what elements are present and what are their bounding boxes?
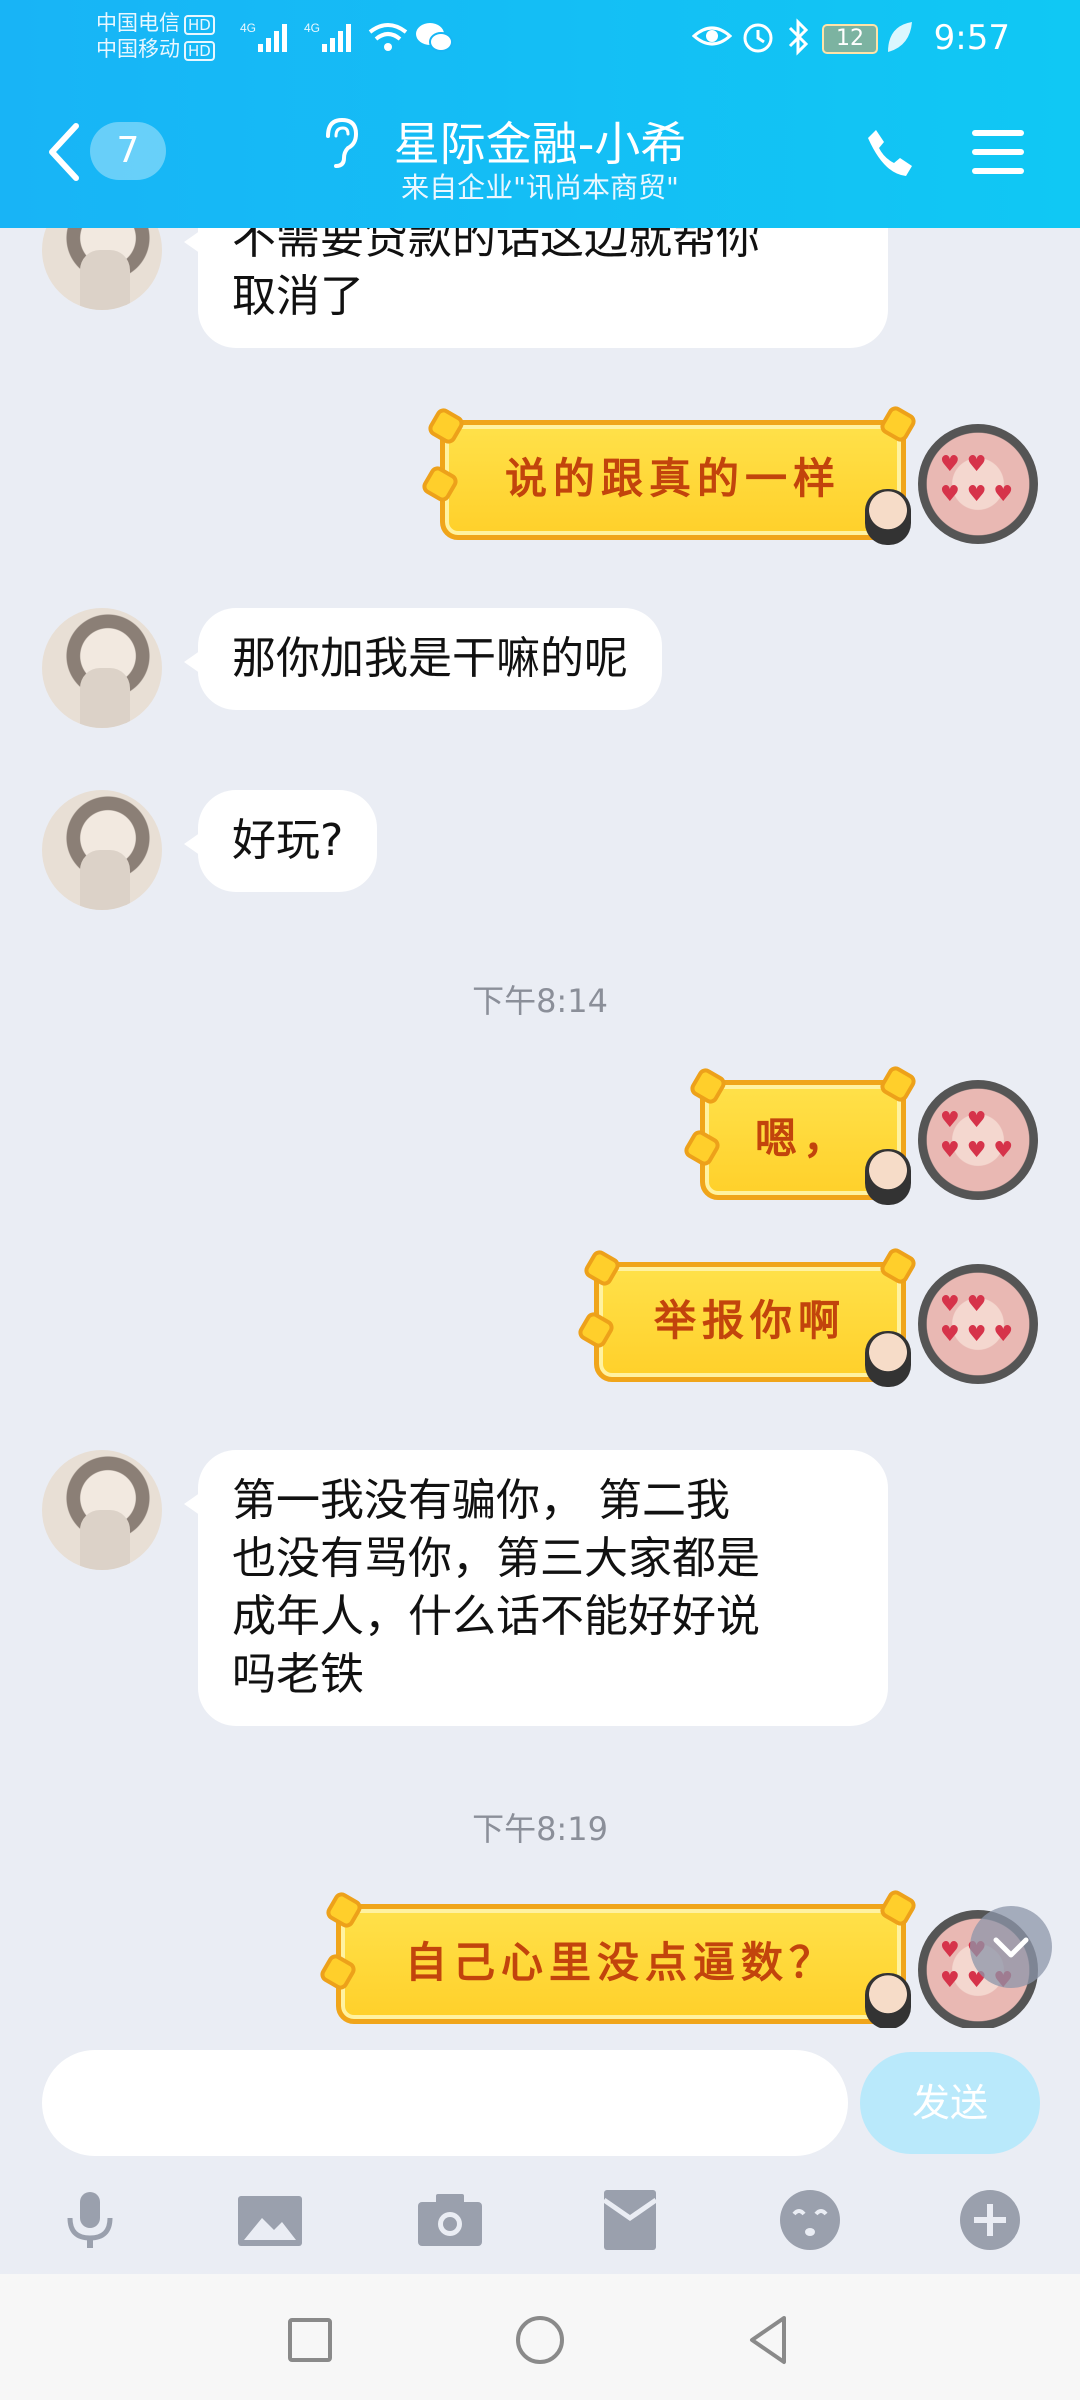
contact-avatar[interactable] (42, 790, 162, 910)
chat-subtitle: 来自企业"讯尚本商贸" (401, 171, 679, 204)
clock: 9:57 (933, 18, 1010, 58)
sticker-message[interactable]: 说的跟真的一样 (419, 403, 919, 545)
system-back-button[interactable] (740, 2310, 800, 2370)
my-avatar[interactable] (918, 1264, 1038, 1384)
bluetooth-icon (788, 18, 809, 56)
my-avatar[interactable] (918, 424, 1038, 544)
title-wrap: 星际金融-小希 (0, 108, 1080, 174)
hd-badge-1: HD (184, 15, 215, 35)
microphone-icon[interactable] (54, 2184, 126, 2256)
sticker-text: 说的跟真的一样 (504, 454, 841, 503)
send-button[interactable]: 发送 (860, 2052, 1040, 2154)
status-bar: 中国电信 HD 中国移动 HD 4G 4G 12 9:57 (0, 0, 1080, 80)
alarm-icon (743, 23, 773, 53)
sticker-face-icon (865, 1331, 911, 1387)
sticker-text: 举报你啊 (653, 1296, 846, 1345)
sticker-message[interactable]: 自己心里没点逼数？ (317, 1887, 919, 2028)
contact-avatar[interactable] (42, 608, 162, 728)
message-bubble-incoming[interactable]: 不需要贷款的话这边就帮你 取消了 (184, 228, 888, 348)
phone-icon[interactable] (862, 124, 918, 180)
signal-icon-2: 4G (304, 21, 351, 52)
timestamp: 下午8:19 (472, 1810, 608, 1848)
emoji-icon[interactable] (774, 2184, 846, 2256)
leaf-icon (888, 22, 912, 52)
chevron-down-icon (993, 1937, 1029, 1958)
recent-apps-button[interactable] (280, 2310, 340, 2370)
sticker-face-icon (865, 1973, 911, 2028)
sticker-message[interactable]: 举报你啊 (575, 1245, 919, 1387)
sticker-face-icon (865, 1149, 911, 1205)
contact-avatar[interactable] (42, 228, 162, 310)
network-type-1: 4G (240, 21, 256, 35)
message-list[interactable]: 不需要贷款的话这边就帮你 取消了 说的跟真的一样 那你加我是干嘛的呢 好玩? 下… (0, 228, 1080, 2028)
camera-icon[interactable] (414, 2184, 486, 2256)
sticker-text: 自己心里没点逼数？ (404, 1938, 837, 1987)
sticker-text: 嗯， (754, 1114, 851, 1163)
timestamp: 下午8:14 (472, 982, 608, 1020)
battery-indicator: 12 (822, 24, 878, 54)
composer: 发送 (0, 2028, 1080, 2274)
message-bubble-incoming[interactable]: 好玩? (183, 790, 378, 892)
sticker-face-icon (865, 489, 911, 545)
wifi-icon (368, 23, 408, 51)
carrier-2: 中国移动 (96, 37, 180, 61)
wechat-icon (416, 23, 453, 52)
scroll-to-bottom-button[interactable] (970, 1906, 1052, 1988)
my-avatar[interactable] (918, 1080, 1038, 1200)
network-type-2: 4G (304, 21, 320, 35)
menu-icon[interactable] (970, 126, 1026, 178)
image-icon[interactable] (234, 2184, 306, 2256)
signal-icon-1: 4G (240, 21, 287, 52)
carrier-1: 中国电信 (96, 11, 180, 35)
chat-title: 星际金融-小希 (393, 117, 687, 171)
message-input[interactable] (42, 2050, 848, 2156)
contact-avatar[interactable] (42, 1450, 162, 1570)
plus-icon[interactable] (954, 2184, 1026, 2256)
sticker-message[interactable]: 嗯， (681, 1063, 919, 1205)
message-bubble-incoming[interactable]: 第一我没有骗你， 第二我 也没有骂你，第三大家都是 成年人，什么话不能好好说 吗… (184, 1450, 888, 1726)
hd-badge-2: HD (184, 41, 215, 61)
message-bubble-incoming[interactable]: 那你加我是干嘛的呢 (184, 608, 662, 710)
chat-header: 中国电信 HD 中国移动 HD 4G 4G 12 9:57 7 星际金融-小希 … (0, 0, 1080, 228)
red-packet-icon[interactable] (594, 2184, 666, 2256)
home-button[interactable] (510, 2310, 570, 2370)
eye-icon (692, 26, 732, 46)
system-nav-bar (0, 2274, 1080, 2400)
carrier-info: 中国电信 HD 中国移动 HD (96, 10, 215, 62)
